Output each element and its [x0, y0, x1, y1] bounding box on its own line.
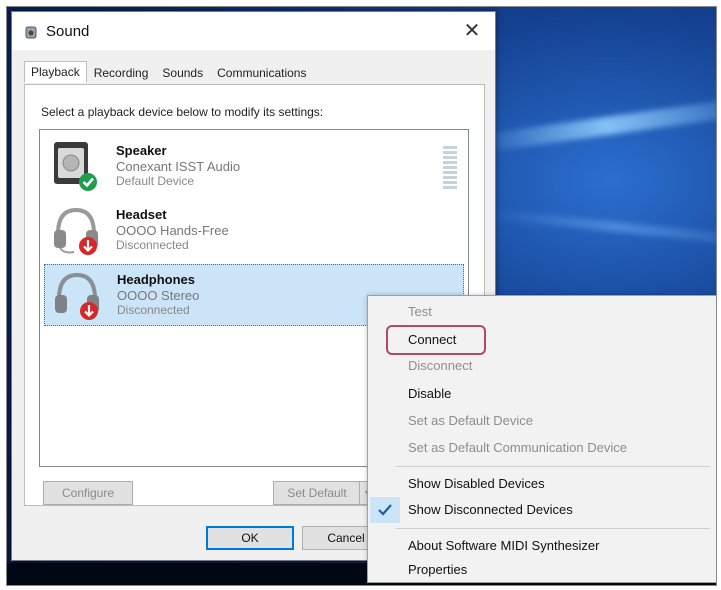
- default-check-icon: [79, 173, 97, 191]
- menu-item-disable[interactable]: Disable: [408, 384, 451, 404]
- device-speaker[interactable]: Speaker Conexant ISST Audio Default Devi…: [44, 136, 464, 198]
- checkmark-icon: [378, 504, 392, 516]
- menu-separator: [396, 466, 710, 467]
- title-bar[interactable]: Sound ✕: [12, 12, 495, 50]
- ok-button[interactable]: OK: [206, 526, 294, 550]
- menu-item-properties[interactable]: Properties: [408, 560, 467, 580]
- context-menu: Test Connect Disconnect Disable Set as D…: [367, 295, 716, 583]
- device-name: Headphones: [117, 272, 196, 287]
- device-name: Speaker: [116, 143, 167, 158]
- wallpaper-light-beam: [487, 208, 716, 246]
- device-status: Default Device: [116, 174, 195, 188]
- close-icon: ✕: [463, 20, 481, 42]
- menu-item-set-default-communication[interactable]: Set as Default Communication Device: [408, 438, 627, 458]
- configure-button[interactable]: Configure: [43, 481, 133, 505]
- menu-item-about-midi[interactable]: About Software MIDI Synthesizer: [408, 536, 599, 556]
- menu-item-show-disabled[interactable]: Show Disabled Devices: [408, 474, 545, 494]
- dialog-title: Sound: [46, 23, 90, 40]
- device-headset[interactable]: Headset OOOO Hands-Free Disconnected: [44, 200, 464, 262]
- sound-icon: [25, 26, 37, 39]
- tab-sounds[interactable]: Sounds: [155, 62, 210, 84]
- screenshot-frame: Sound ✕ Playback Recording Sounds Commun…: [6, 6, 717, 586]
- set-default-button[interactable]: Set Default: [273, 481, 361, 505]
- volume-level-meter: [443, 146, 457, 189]
- close-button[interactable]: ✕: [459, 18, 485, 44]
- headphones-icon: [55, 272, 99, 320]
- menu-item-show-disconnected[interactable]: Show Disconnected Devices: [408, 500, 573, 520]
- device-name: Headset: [116, 207, 167, 222]
- menu-item-set-default-device[interactable]: Set as Default Device: [408, 411, 533, 431]
- instruction-text: Select a playback device below to modify…: [41, 105, 324, 119]
- tab-communications[interactable]: Communications: [210, 62, 313, 84]
- device-driver: OOOO Hands-Free: [116, 223, 229, 238]
- device-status: Disconnected: [116, 238, 189, 252]
- tab-strip: Playback Recording Sounds Communications: [24, 61, 313, 84]
- device-driver: Conexant ISST Audio: [116, 159, 241, 174]
- tab-playback[interactable]: Playback: [24, 61, 87, 83]
- connect-highlight-ring: [386, 325, 486, 355]
- menu-item-test[interactable]: Test: [408, 302, 432, 322]
- checkmark-box: [370, 497, 400, 523]
- menu-separator: [396, 528, 710, 529]
- headset-icon: [54, 207, 98, 255]
- device-status: Disconnected: [117, 303, 190, 317]
- device-driver: OOOO Stereo: [117, 288, 200, 303]
- speaker-icon: [54, 142, 97, 191]
- menu-item-disconnect[interactable]: Disconnect: [408, 356, 472, 376]
- wallpaper-light-beam: [477, 98, 716, 154]
- tab-recording[interactable]: Recording: [87, 62, 156, 84]
